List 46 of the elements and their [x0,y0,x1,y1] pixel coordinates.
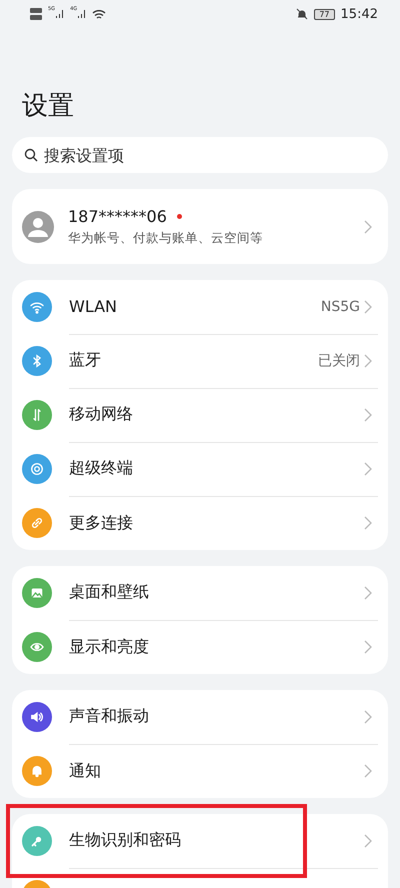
item-label: 显示和亮度 [69,636,150,658]
battery-level: 77 [314,8,335,20]
chevron-icon [364,710,372,724]
settings-item[interactable]: 超级终端 [22,442,378,496]
settings-item[interactable]: 桌面和壁纸 [22,566,378,620]
settings-item[interactable]: 声音和振动 [22,690,378,744]
wifi-icon [92,8,106,20]
muted-bell-icon [296,8,308,20]
chevron-icon [364,586,372,600]
item-label: 更多连接 [69,512,134,534]
account-subtitle: 华为帐号、付款与账单、云空间等 [68,230,264,246]
chevron-icon [364,834,372,848]
hd-sim-icon [30,8,42,13]
item-label: 通知 [69,760,102,782]
item-label: 声音和振动 [69,706,150,727]
chevron-icon [364,354,372,368]
signal-icon [77,9,88,19]
settings-item[interactable]: WLAN NS5G [22,280,378,334]
account-card[interactable]: 187******06 华为帐号、付款与账单、云空间等 [12,189,388,264]
search-field[interactable]: 搜索设置项 [12,137,388,173]
clock: 15:42 [340,6,378,22]
chevron-icon [364,640,372,654]
item-value: 已关闭 [318,352,360,370]
item-label: 生物识别和密码 [69,830,182,851]
account-name: 187******06 [68,206,167,226]
item-label: 蓝牙 [69,350,102,371]
settings-item[interactable]: 更多连接 [22,496,378,550]
chevron-icon [364,300,372,314]
item-label: WLAN [69,297,118,316]
chevron-icon [364,462,372,476]
item-label: 桌面和壁纸 [69,582,150,603]
item-label: 超级终端 [69,458,134,479]
chevron-icon [364,220,372,234]
page-title: 设置 [21,90,75,123]
chevron-icon [364,408,372,422]
hd-sim-icon [30,15,42,20]
chevron-icon [364,764,372,778]
item-value: NS5G [320,298,360,314]
avatar-icon [22,210,54,242]
settings-item[interactable]: 移动网络 [22,388,378,442]
chevron-icon [364,516,372,530]
signal-icon [55,9,66,19]
settings-item[interactable]: 通知 [22,744,378,798]
item-label: 移动网络 [69,404,134,425]
settings-item[interactable]: 显示和亮度 [22,620,378,674]
settings-item[interactable]: 蓝牙 已关闭 [22,334,378,388]
